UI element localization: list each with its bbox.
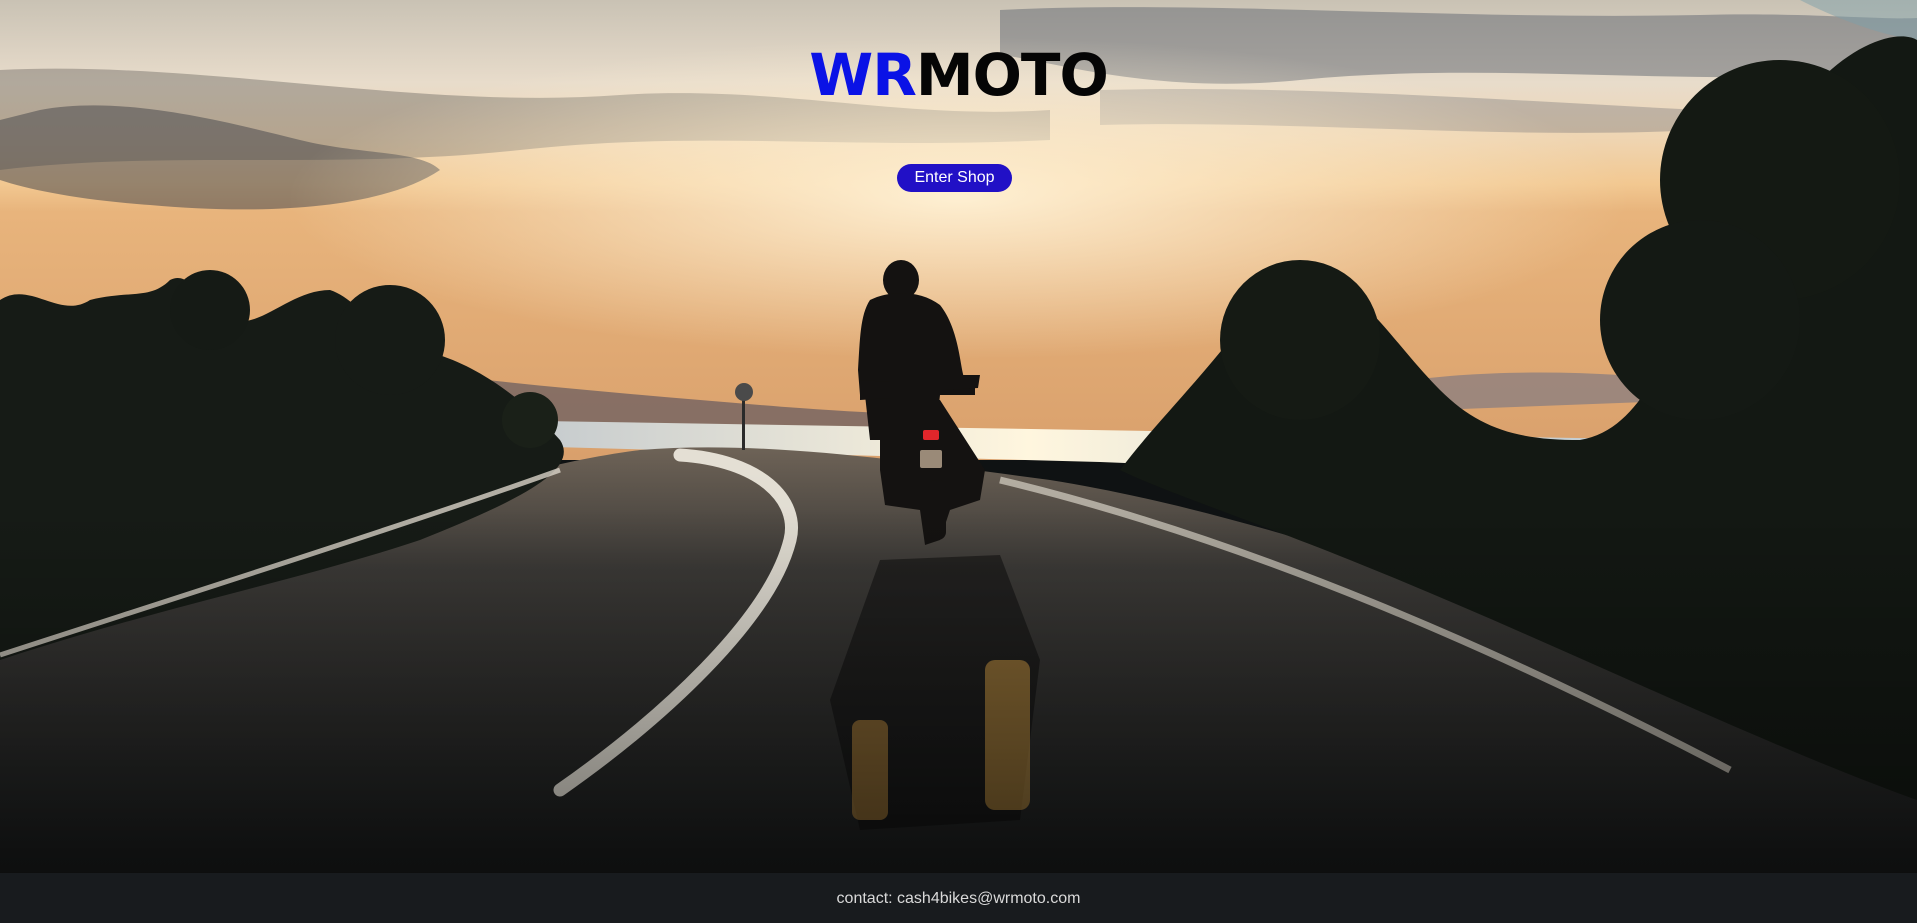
- hero-background-image: [0, 0, 1917, 923]
- brand-logo[interactable]: WRMOTO: [0, 46, 1917, 104]
- landing-page: WRMOTO Enter Shop contact: cash4bikes@wr…: [0, 0, 1917, 923]
- logo-suffix: MOTO: [915, 41, 1109, 109]
- logo-prefix: WR: [809, 41, 917, 109]
- contact-email-text: contact: cash4bikes@wrmoto.com: [836, 890, 1081, 907]
- enter-shop-button[interactable]: Enter Shop: [897, 164, 1012, 192]
- footer: contact: cash4bikes@wrmoto.com: [0, 873, 1917, 923]
